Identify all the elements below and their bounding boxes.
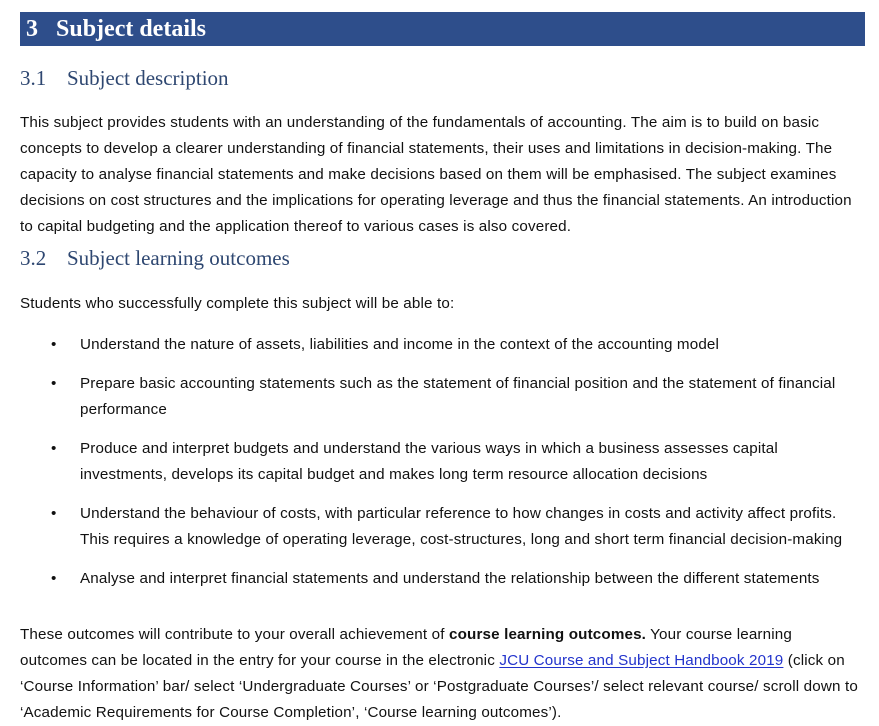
list-item-text: Produce and interpret budgets and unders… <box>80 440 778 483</box>
course-learning-outcomes-paragraph: These outcomes will contribute to your o… <box>20 622 860 726</box>
chapter-heading-banner: 3 Subject details <box>20 12 865 46</box>
subject-description-paragraph: This subject provides students with an u… <box>20 114 852 235</box>
list-item: • Analyse and interpret financial statem… <box>20 566 863 592</box>
bullet-icon: • <box>51 336 57 353</box>
section-number: 3.2 <box>20 246 47 270</box>
list-item: • Understand the behaviour of costs, wit… <box>20 501 863 553</box>
clo-bold-phrase: course learning outcomes. <box>448 626 647 643</box>
chapter-title: Subject details <box>56 16 206 42</box>
bullet-icon: • <box>51 505 57 522</box>
learning-outcomes-intro: Students who successfully complete this … <box>20 295 455 312</box>
bullet-icon: • <box>51 375 57 392</box>
list-item: • Understand the nature of assets, liabi… <box>20 332 863 358</box>
section-heading-subject-learning-outcomes: 3.2 Subject learning outcomes <box>20 246 290 271</box>
chapter-number: 3 <box>26 16 38 42</box>
list-item-text: Analyse and interpret financial statemen… <box>80 570 820 587</box>
section-number: 3.1 <box>20 66 47 90</box>
clo-text-part-1: These outcomes will contribute to your o… <box>20 626 449 643</box>
bullet-icon: • <box>51 440 57 457</box>
jcu-handbook-link[interactable]: JCU Course and Subject Handbook 2019 <box>499 652 783 669</box>
section-title: Subject learning outcomes <box>67 246 290 270</box>
section-title: Subject description <box>67 66 229 90</box>
list-item: • Prepare basic accounting statements su… <box>20 371 863 423</box>
list-item-text: Prepare basic accounting statements such… <box>80 375 836 418</box>
section-heading-subject-description: 3.1 Subject description <box>20 66 229 91</box>
list-item-text: Understand the nature of assets, liabili… <box>80 336 720 353</box>
document-page: 3 Subject details 3.1 Subject descriptio… <box>0 0 879 723</box>
learning-outcomes-list: • Understand the nature of assets, liabi… <box>20 332 863 592</box>
list-item: • Produce and interpret budgets and unde… <box>20 436 863 488</box>
list-item-text: Understand the behaviour of costs, with … <box>80 505 843 548</box>
bullet-icon: • <box>51 570 57 587</box>
